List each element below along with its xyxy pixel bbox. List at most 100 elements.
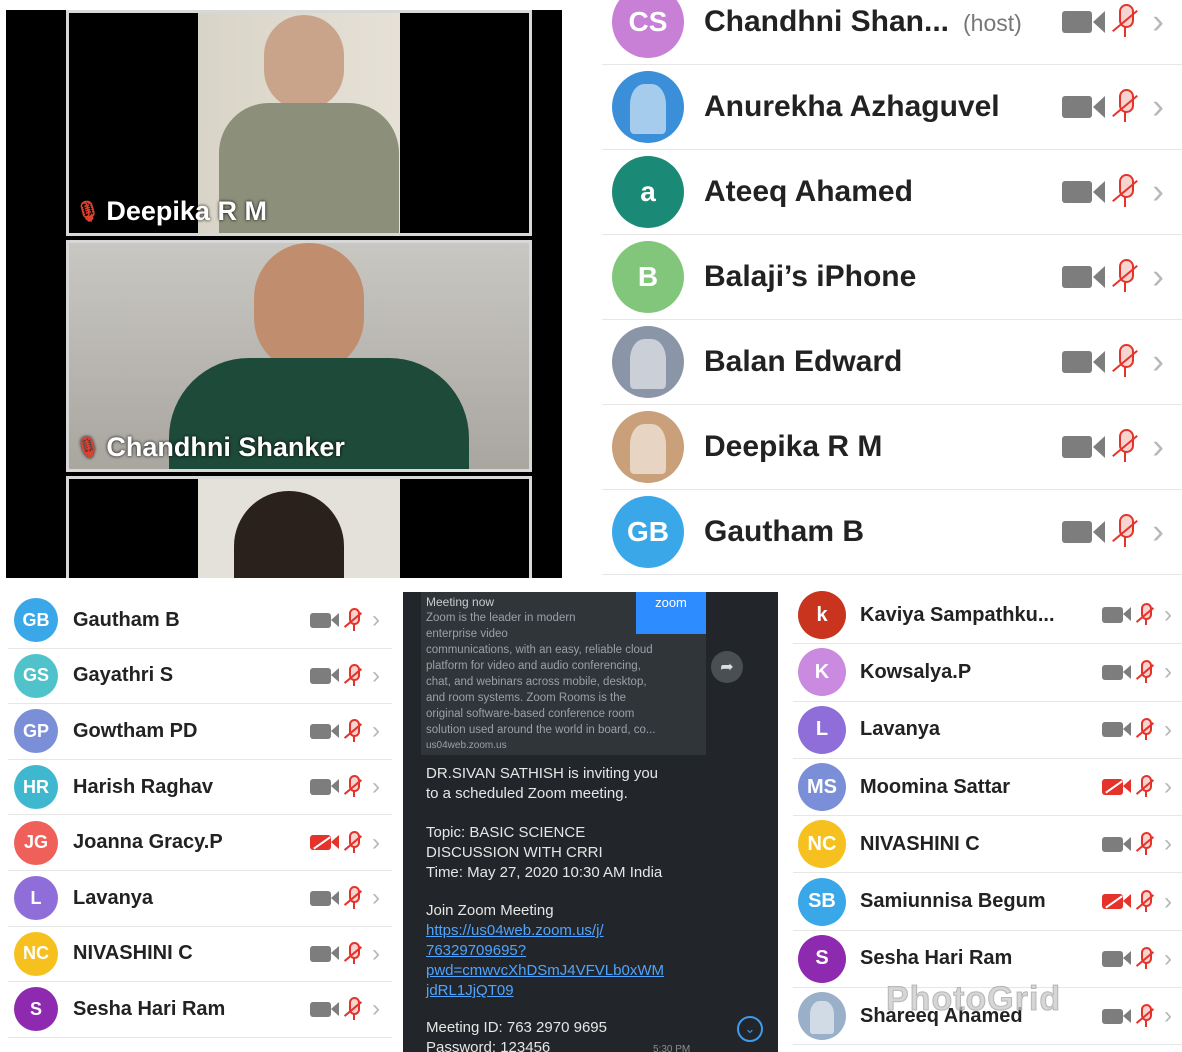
mic-muted-icon[interactable] <box>1134 946 1156 971</box>
chevron-right-icon[interactable]: › <box>1152 257 1164 297</box>
chevron-right-icon[interactable]: › <box>1152 172 1164 212</box>
participant-row[interactable]: JG Joanna Gracy.P › <box>8 815 392 871</box>
chevron-right-icon[interactable]: › <box>1164 1002 1172 1030</box>
chevron-right-icon[interactable]: › <box>1164 830 1172 858</box>
camera-icon[interactable] <box>1101 1008 1132 1024</box>
scroll-down-icon[interactable]: ⌄ <box>737 1016 763 1042</box>
chevron-right-icon[interactable]: › <box>372 717 380 745</box>
participant-row[interactable]: GS Gayathri S › <box>8 649 392 705</box>
mic-muted-icon[interactable] <box>1109 259 1141 294</box>
camera-icon[interactable] <box>1101 607 1132 623</box>
meeting-link[interactable]: https://us04web.zoom.us/j/76329709695? pw… <box>426 921 664 1001</box>
camera-icon[interactable] <box>1062 520 1106 544</box>
chevron-right-icon[interactable]: › <box>1164 601 1172 629</box>
camera-icon[interactable] <box>309 668 340 684</box>
camera-icon[interactable] <box>1062 180 1106 204</box>
camera-icon[interactable] <box>1101 951 1132 967</box>
participant-row[interactable]: a Ateeq Ahamed › <box>602 150 1182 235</box>
chevron-right-icon[interactable]: › <box>372 662 380 690</box>
participant-row[interactable]: MS Moomina Sattar › <box>793 759 1182 817</box>
participant-row[interactable]: Balan Edward › <box>602 320 1182 405</box>
camera-off-icon[interactable] <box>1101 779 1132 795</box>
chevron-right-icon[interactable]: › <box>1164 658 1172 686</box>
camera-icon[interactable] <box>309 1001 340 1018</box>
mic-muted-icon[interactable] <box>1134 889 1156 914</box>
camera-icon[interactable] <box>1062 10 1106 34</box>
chevron-right-icon[interactable]: › <box>1164 945 1172 973</box>
mic-muted-icon[interactable] <box>1109 514 1141 549</box>
camera-icon[interactable] <box>1062 435 1106 459</box>
participant-row[interactable]: k Kaviya Sampathku... › <box>793 587 1182 645</box>
chevron-right-icon[interactable]: › <box>1152 2 1164 42</box>
chevron-right-icon[interactable]: › <box>1164 773 1172 801</box>
mic-muted-icon[interactable] <box>1134 774 1156 799</box>
mic-muted-icon[interactable] <box>342 886 364 910</box>
participant-row[interactable]: NC NIVASHINI C › <box>8 927 392 983</box>
participant-row[interactable]: SB Samiunnisa Begum › <box>793 874 1182 931</box>
participant-list-bottom-left[interactable]: GB Gautham B › GS Gayathri S › GP Gowtham PD › HR… <box>8 592 392 1052</box>
participant-row[interactable]: Deepika R M › <box>602 405 1182 490</box>
camera-icon[interactable] <box>309 723 340 740</box>
mic-muted-icon[interactable] <box>342 608 364 632</box>
camera-icon[interactable] <box>1062 265 1106 289</box>
participant-row[interactable]: NC NIVASHINI C › <box>793 816 1182 874</box>
chevron-right-icon[interactable]: › <box>1164 716 1172 744</box>
camera-icon[interactable] <box>309 890 340 906</box>
mic-muted-icon[interactable] <box>1134 603 1156 627</box>
participant-row[interactable]: L Lavanya › <box>8 871 392 927</box>
chevron-right-icon[interactable]: › <box>1152 342 1164 382</box>
camera-icon[interactable] <box>309 779 340 795</box>
mic-muted-icon[interactable] <box>342 997 364 1021</box>
mic-muted-icon[interactable] <box>342 775 364 799</box>
mic-muted-icon[interactable] <box>1134 717 1156 742</box>
mic-muted-icon[interactable] <box>1109 174 1141 209</box>
camera-off-icon[interactable] <box>309 834 340 851</box>
camera-icon[interactable] <box>309 946 340 962</box>
chevron-right-icon[interactable]: › <box>372 829 380 857</box>
mic-muted-icon[interactable] <box>1134 660 1156 684</box>
mic-muted-icon[interactable] <box>1109 4 1141 39</box>
participant-row[interactable]: CS Chandhni Shan... (host) › <box>602 0 1182 65</box>
camera-icon[interactable] <box>1062 95 1106 119</box>
chevron-right-icon[interactable]: › <box>372 884 380 912</box>
chevron-right-icon[interactable]: › <box>1164 888 1172 916</box>
participant-row[interactable]: GB Gautham B › <box>8 593 392 649</box>
participant-row[interactable]: K Kowsalya.P › <box>793 644 1182 702</box>
chevron-right-icon[interactable]: › <box>1152 512 1164 552</box>
chevron-right-icon[interactable]: › <box>372 995 380 1023</box>
video-tile-3[interactable] <box>66 476 532 578</box>
mic-muted-icon[interactable] <box>1134 832 1156 856</box>
forward-icon[interactable]: ➦ <box>711 651 743 683</box>
chevron-right-icon[interactable]: › <box>1152 427 1164 467</box>
participant-row[interactable]: S Sesha Hari Ram › <box>8 982 392 1038</box>
video-tile-2[interactable]: 🎙 Chandhni Shanker <box>66 240 532 472</box>
participant-row[interactable]: Anurekha Azhaguvel › <box>602 65 1182 150</box>
mic-muted-icon[interactable] <box>1109 344 1141 379</box>
participant-list-top-right[interactable]: CS Chandhni Shan... (host) › Anurekha Azhagu… <box>602 0 1182 575</box>
mic-muted-icon[interactable] <box>1109 89 1141 124</box>
mic-muted-icon[interactable] <box>1109 429 1141 464</box>
camera-icon[interactable] <box>1062 350 1106 374</box>
participant-row[interactable]: B Balaji’s iPhone › <box>602 235 1182 320</box>
participant-row[interactable]: GB Gautham B › <box>602 490 1182 575</box>
chevron-right-icon[interactable]: › <box>372 773 380 801</box>
mic-muted-icon[interactable] <box>342 941 364 966</box>
video-tile-1[interactable]: 🎙 Deepika R M <box>66 10 532 236</box>
participant-row[interactable]: GP Gowtham PD › <box>8 704 392 760</box>
participant-row[interactable]: L Lavanya › <box>793 702 1182 759</box>
camera-icon[interactable] <box>1101 836 1132 853</box>
chevron-right-icon[interactable]: › <box>1152 87 1164 127</box>
camera-off-icon[interactable] <box>1101 893 1132 910</box>
chevron-right-icon[interactable]: › <box>372 606 380 634</box>
chevron-right-icon[interactable]: › <box>372 940 380 968</box>
mic-muted-icon[interactable] <box>342 663 364 688</box>
camera-icon[interactable] <box>1101 664 1132 681</box>
participant-row[interactable]: HR Harish Raghav › <box>8 760 392 816</box>
mic-muted-icon[interactable] <box>342 830 364 855</box>
link-preview-card[interactable]: Meeting now Zoom is the leader in modern… <box>421 592 706 755</box>
camera-icon[interactable] <box>1101 722 1132 738</box>
mic-muted-icon[interactable] <box>342 719 364 743</box>
participant-status-icons: › <box>1101 601 1172 629</box>
mic-muted-icon[interactable] <box>1134 1004 1156 1028</box>
camera-icon[interactable] <box>309 612 340 628</box>
